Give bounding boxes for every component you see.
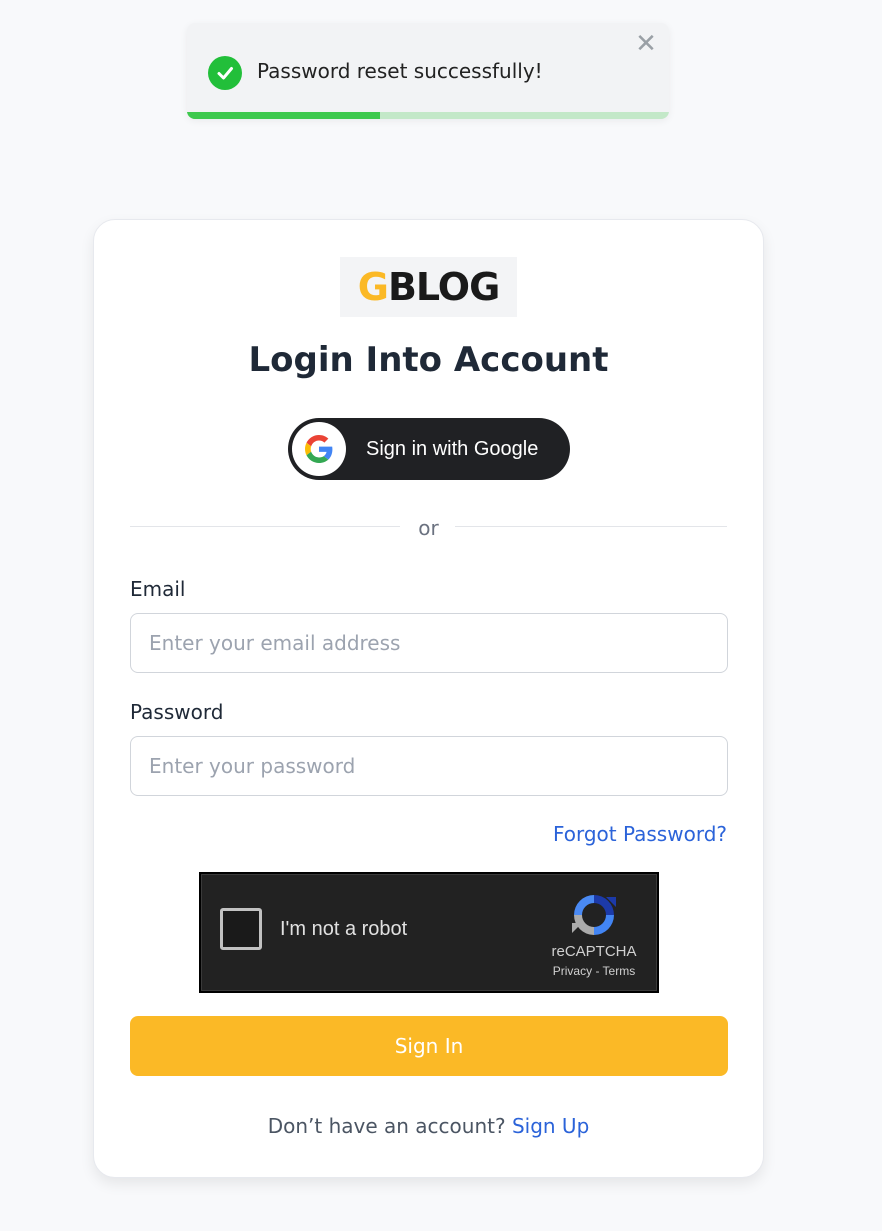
- toast-notification: Password reset successfully! ✕: [187, 23, 669, 119]
- close-icon[interactable]: ✕: [635, 31, 657, 57]
- signup-row: Don’t have an account? Sign Up: [94, 1114, 763, 1138]
- recaptcha-logo-icon: [570, 891, 618, 939]
- page-title: Login Into Account: [248, 340, 609, 380]
- check-circle-icon: [208, 56, 242, 90]
- sign-up-link[interactable]: Sign Up: [512, 1114, 589, 1138]
- email-label: Email: [130, 577, 186, 601]
- divider-line-right: [455, 526, 727, 527]
- toast-progress-bar: [187, 112, 669, 119]
- password-field[interactable]: [130, 736, 728, 796]
- email-field[interactable]: [130, 613, 728, 673]
- recaptcha-widget: I'm not a robot reCAPTCHA Privacy - Term…: [199, 872, 659, 993]
- logo-text: BLOG: [387, 265, 500, 309]
- google-signin-label: Sign in with Google: [366, 437, 539, 460]
- or-divider: or: [130, 516, 727, 540]
- forgot-password-link[interactable]: Forgot Password?: [553, 822, 727, 846]
- recaptcha-checkbox[interactable]: [220, 908, 262, 950]
- toast-message: Password reset successfully!: [257, 59, 543, 83]
- recaptcha-label: I'm not a robot: [280, 918, 408, 940]
- recaptcha-brand: reCAPTCHA: [551, 943, 637, 960]
- logo-letter-g: G: [357, 265, 389, 309]
- recaptcha-privacy-terms[interactable]: Privacy - Terms: [542, 964, 646, 978]
- signup-prompt: Don’t have an account?: [267, 1114, 506, 1138]
- toast-progress-fill: [187, 112, 380, 119]
- gblog-logo: G BLOG: [340, 257, 517, 317]
- password-label: Password: [130, 700, 224, 724]
- divider-text: or: [418, 516, 439, 540]
- login-card: G BLOG Login Into Account Sign in with Go…: [93, 219, 764, 1178]
- google-icon: [292, 422, 346, 476]
- google-signin-button[interactable]: Sign in with Google: [288, 418, 570, 480]
- sign-in-button[interactable]: Sign In: [130, 1016, 728, 1076]
